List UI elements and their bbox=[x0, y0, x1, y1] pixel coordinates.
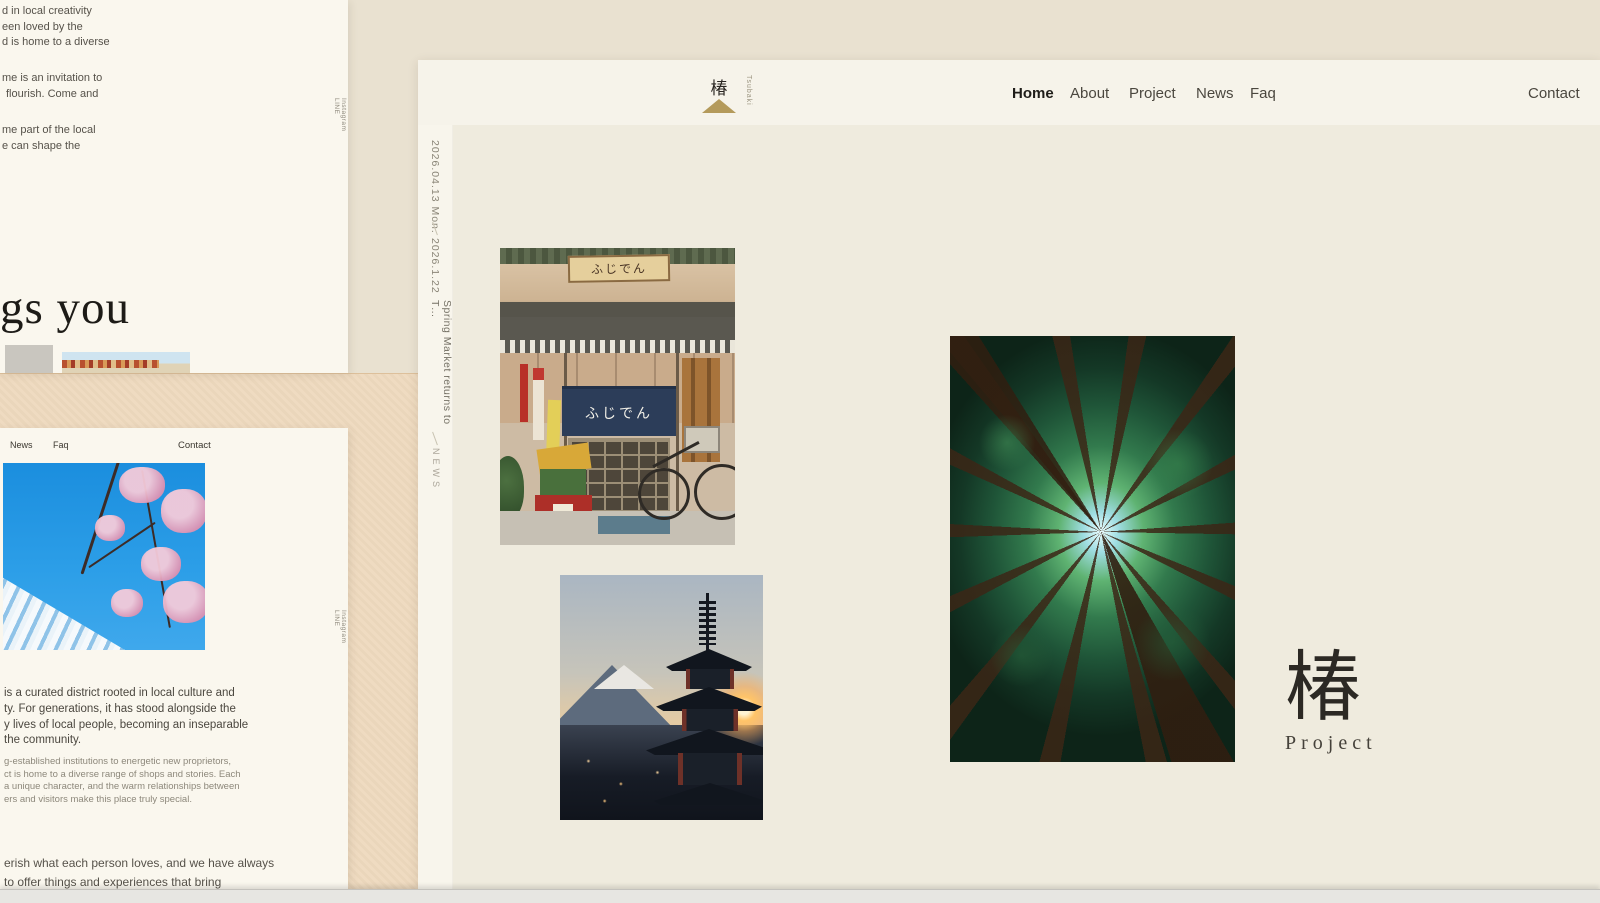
cherry-blossom-fuji-image[interactable] bbox=[3, 463, 205, 650]
body-paragraph-line: ty. For generations, it has stood alongs… bbox=[4, 702, 236, 715]
hero-heading-fragment: gs you bbox=[0, 282, 131, 334]
nav-item-about[interactable]: About bbox=[1070, 85, 1109, 102]
divider bbox=[432, 431, 438, 446]
news-title-vertical[interactable]: Spring Market returns to T… bbox=[429, 300, 453, 432]
pagoda-story bbox=[682, 709, 738, 731]
pagoda-story bbox=[678, 753, 742, 785]
paragraph-fragment: me is an invitation to bbox=[2, 72, 103, 84]
body-paragraph-line: g-established institutions to energetic … bbox=[4, 756, 232, 767]
body-paragraph-line: erish what each person loves, and we hav… bbox=[4, 856, 275, 870]
body-paragraph-line: ct is home to a diverse range of shops a… bbox=[4, 768, 241, 780]
line-link[interactable]: LINE bbox=[333, 610, 340, 643]
logo-kanji: 椿 bbox=[710, 79, 728, 98]
social-links-vertical: Facebook Instagram LINE bbox=[333, 98, 348, 140]
pagoda-fuji-sunset-photo[interactable] bbox=[560, 575, 763, 820]
facebook-link[interactable]: Facebook bbox=[347, 98, 348, 131]
storefront-sign: ふじでん bbox=[567, 254, 671, 283]
storefront-crate bbox=[540, 469, 586, 495]
news-date-vertical[interactable]: 2026.1.22 bbox=[429, 238, 441, 294]
nav-item-home[interactable]: Home bbox=[1012, 85, 1054, 102]
bicycle-wheel bbox=[638, 468, 690, 520]
foliage-overlay bbox=[950, 336, 1235, 762]
body-paragraph-line: to offer things and experiences that bri… bbox=[4, 875, 222, 889]
forest-canopy-photo[interactable] bbox=[950, 336, 1235, 762]
paragraph-fragment: e can shape the bbox=[2, 139, 81, 152]
storefront-noren-curtain: ふじでん bbox=[562, 386, 676, 436]
facebook-link[interactable]: Facebook bbox=[347, 610, 348, 643]
site-header: 椿 Tsubaki Home About Project News Faq Co… bbox=[418, 60, 1600, 125]
paragraph-fragment: d in local creativity bbox=[2, 5, 92, 17]
logo-triangle-icon bbox=[702, 99, 736, 113]
hero-kanji: 椿 bbox=[1285, 646, 1361, 730]
paragraph-fragment: een loved by the bbox=[2, 20, 83, 33]
today-date-vertical: 2026.04.13 Mon. bbox=[429, 140, 441, 234]
storefront-awning-stripes bbox=[500, 340, 735, 353]
body-paragraph-line: the community. bbox=[4, 734, 82, 747]
paragraph-fragment: d is home to a diverse bbox=[2, 36, 110, 49]
vertical-info-strip: 2026.04.13 Mon. 2026.1.22 Spring Market … bbox=[418, 60, 453, 889]
paragraph-fragment: flourish. Come and bbox=[6, 87, 99, 100]
artboard-top-left: d in local creativity een loved by the d… bbox=[0, 0, 348, 373]
coastal-town-image[interactable] bbox=[62, 352, 190, 373]
body-paragraph-line: a unique character, and the warm relatio… bbox=[4, 781, 240, 793]
news-section-label: NEWS bbox=[431, 448, 441, 491]
hero-subtitle: Project bbox=[1285, 732, 1377, 754]
blossom-cluster bbox=[161, 489, 205, 533]
nav-item-contact[interactable]: Contact bbox=[178, 440, 211, 451]
blossom-cluster bbox=[95, 515, 125, 541]
storefront-banner bbox=[520, 364, 528, 422]
storefront-banner bbox=[533, 368, 544, 440]
body-paragraph-line: ers and visitors make this place truly s… bbox=[4, 793, 192, 805]
storefront-eave bbox=[500, 302, 735, 317]
nav-item-news[interactable]: News bbox=[1196, 85, 1234, 102]
blossom-cluster bbox=[141, 547, 181, 581]
nav-item-news[interactable]: News bbox=[10, 440, 33, 450]
site-logo[interactable]: 椿 bbox=[702, 74, 736, 113]
storefront-photo[interactable]: ふじでん ふじでん bbox=[500, 248, 735, 545]
main-artboard: 2026.04.13 Mon. 2026.1.22 Spring Market … bbox=[418, 60, 1600, 889]
nav-item-contact[interactable]: Contact bbox=[1528, 85, 1580, 102]
blossom-cluster bbox=[111, 589, 143, 617]
instagram-link[interactable]: Instagram bbox=[340, 610, 347, 643]
logo-romaji-vertical: Tsubaki bbox=[745, 75, 752, 106]
blossom-cluster bbox=[119, 467, 165, 503]
thumbnail-placeholder[interactable] bbox=[5, 345, 53, 373]
line-link[interactable]: LINE bbox=[333, 98, 340, 131]
pagoda-roof bbox=[666, 649, 752, 671]
blossom-cluster bbox=[163, 581, 205, 623]
secondary-nav: News Faq bbox=[10, 440, 87, 450]
instagram-link[interactable]: Instagram bbox=[340, 98, 347, 131]
coastal-town-buildings bbox=[62, 359, 160, 369]
storefront-plant bbox=[500, 456, 524, 518]
body-paragraph-line: y lives of local people, becoming an ins… bbox=[4, 718, 249, 731]
paragraph-fragment: me part of the local bbox=[2, 124, 96, 136]
social-links-vertical: Facebook Instagram LINE bbox=[333, 610, 348, 652]
nav-item-faq[interactable]: Faq bbox=[1250, 85, 1276, 102]
body-paragraph-line: is a curated district rooted in local cu… bbox=[4, 687, 235, 699]
artboard-bottom-left: News Faq Contact Facebook Instagram LINE… bbox=[0, 428, 348, 889]
pagoda-spire-rings bbox=[699, 601, 716, 645]
window-bottom-bar bbox=[0, 889, 1600, 903]
pagoda-story bbox=[686, 669, 734, 689]
nav-item-project[interactable]: Project bbox=[1129, 85, 1176, 102]
nav-item-faq[interactable]: Faq bbox=[53, 440, 69, 450]
fuji-slope bbox=[3, 577, 125, 650]
